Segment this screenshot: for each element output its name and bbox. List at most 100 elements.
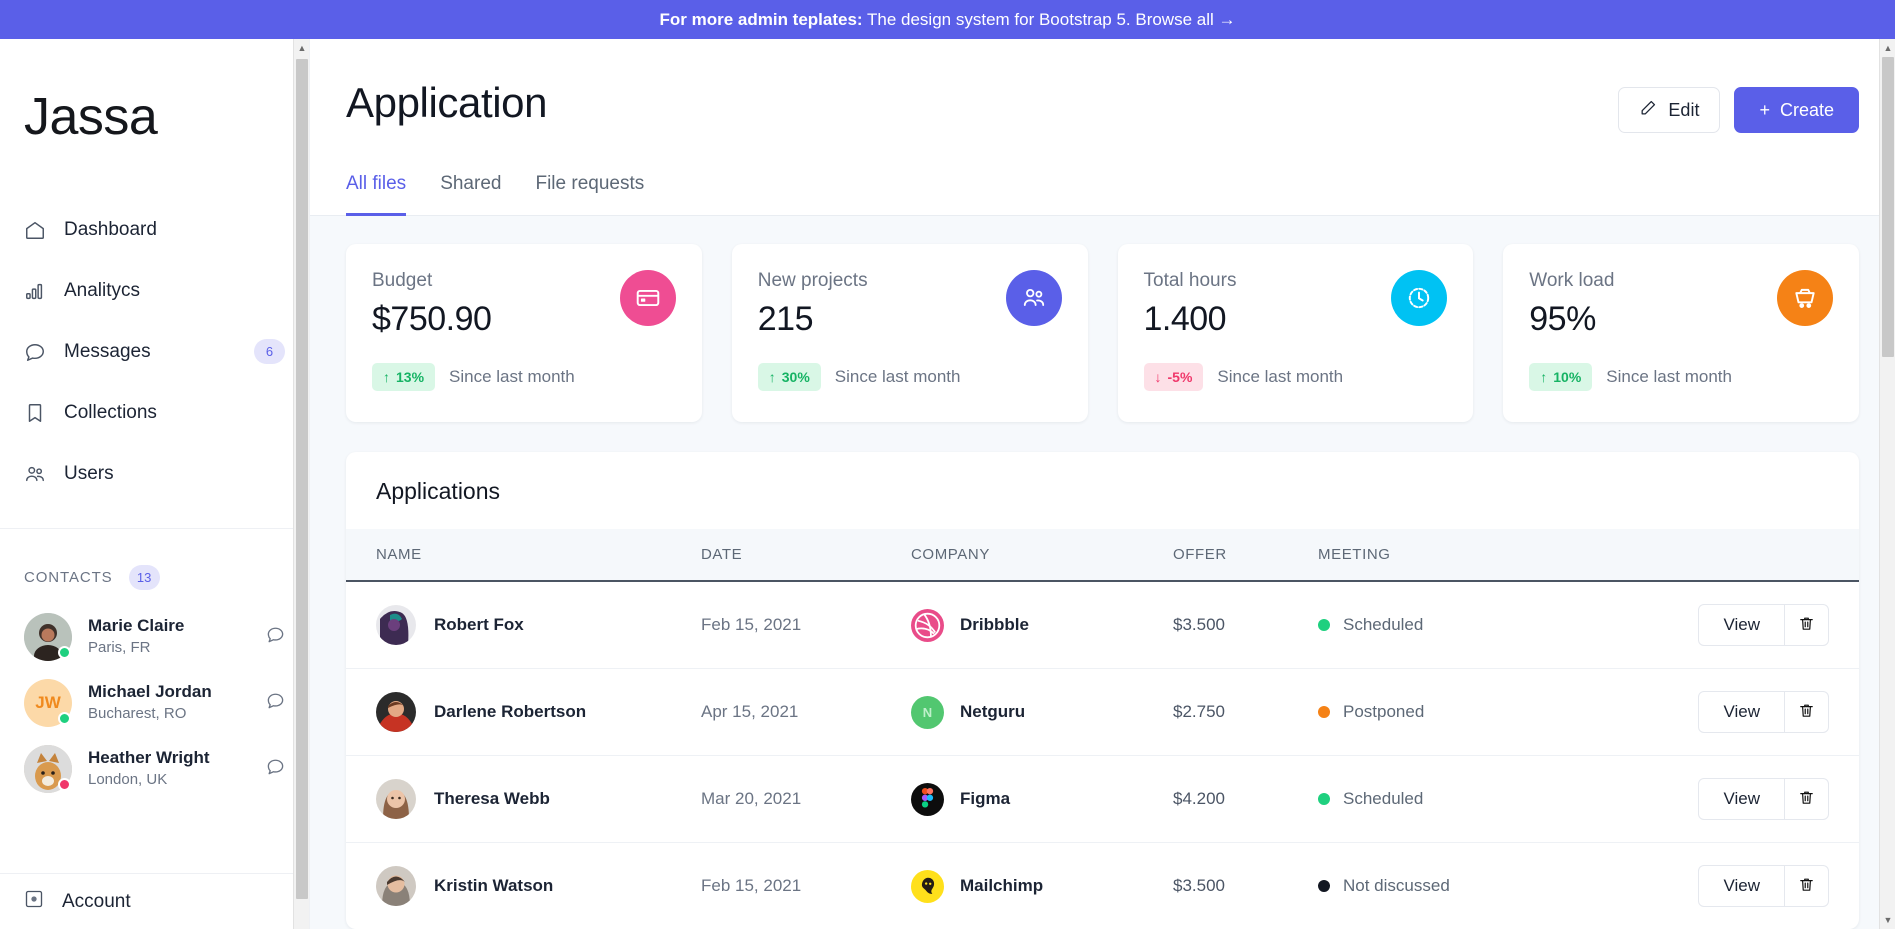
sidebar-item-analitycs[interactable]: Analitycs — [0, 260, 309, 321]
delete-button[interactable] — [1785, 691, 1829, 733]
promo-rest-text: The design system for Bootstrap 5. Brows… — [863, 10, 1236, 29]
cell-actions: View — [1638, 756, 1859, 843]
delete-button[interactable] — [1785, 604, 1829, 646]
column-header-name[interactable]: NAME — [346, 529, 701, 581]
view-button[interactable]: View — [1698, 604, 1785, 646]
tab-all-files[interactable]: All files — [346, 173, 406, 216]
cell-actions: View — [1638, 581, 1859, 669]
table-header-row: NAME DATE COMPANY OFFER MEETING — [346, 529, 1859, 581]
sidebar-item-messages[interactable]: Messages 6 — [0, 321, 309, 382]
page-header: Application Edit + Create All files — [310, 39, 1895, 215]
cell-company: Figma — [911, 756, 1173, 843]
contact-meta: Heather Wright London, UK — [88, 747, 250, 790]
tab-shared[interactable]: Shared — [440, 173, 501, 216]
cell-offer: $4.200 — [1173, 756, 1318, 843]
sidebar-item-users[interactable]: Users — [0, 443, 309, 504]
scroll-down-icon[interactable]: ▼ — [1880, 911, 1895, 929]
users-icon — [1006, 270, 1062, 326]
tab-file-requests[interactable]: File requests — [535, 173, 644, 216]
tab-bar: All files Shared File requests — [346, 173, 1859, 215]
promo-banner-link[interactable]: For more admin teplates: The design syst… — [659, 10, 1235, 30]
cell-offer: $2.750 — [1173, 669, 1318, 756]
row-action-group: View — [1698, 691, 1829, 733]
contact-location: Bucharest, RO — [88, 705, 186, 722]
contact-list-item[interactable]: Heather Wright London, UK — [0, 736, 309, 802]
contact-name: Heather Wright — [88, 748, 210, 767]
cell-meeting: Not discussed — [1318, 843, 1638, 929]
edit-button[interactable]: Edit — [1618, 87, 1720, 133]
sidebar: Jassa Dashboard Analitycs Messages 6 — [0, 39, 310, 929]
cell-date: Mar 20, 2021 — [701, 756, 911, 843]
contact-list-item[interactable]: Marie Claire Paris, FR — [0, 604, 309, 670]
stat-card-work-load: Work load 95% ↑ 10% Since last month — [1503, 244, 1859, 422]
avatar — [376, 605, 416, 645]
chat-bubble-icon[interactable] — [266, 625, 285, 649]
page-scrollbar-thumb[interactable] — [1882, 57, 1894, 357]
scroll-up-icon[interactable]: ▲ — [294, 39, 310, 57]
arrow-up-icon: ↑ — [769, 369, 776, 385]
sidebar-item-dashboard[interactable]: Dashboard — [0, 199, 309, 260]
sidebar-item-account[interactable]: Account — [0, 873, 309, 929]
table-row[interactable]: Theresa Webb Mar 20, 2021 Figma — [346, 756, 1859, 843]
stat-card-text: Budget $750.90 — [372, 270, 491, 339]
delete-button[interactable] — [1785, 778, 1829, 820]
page-actions: Edit + Create — [1618, 79, 1859, 133]
trash-icon — [1798, 876, 1815, 896]
applications-card: Applications NAME DATE COMPANY OFFER MEE… — [346, 452, 1859, 929]
column-header-company[interactable]: COMPANY — [911, 529, 1173, 581]
status-dot-icon — [1318, 880, 1330, 892]
page-header-row: Application Edit + Create — [346, 79, 1859, 133]
sidebar-item-collections[interactable]: Collections — [0, 382, 309, 443]
presence-dot — [58, 712, 71, 725]
table-row[interactable]: Kristin Watson Feb 15, 2021 Mailchimp — [346, 843, 1859, 929]
cell-name: Robert Fox — [346, 581, 701, 669]
column-header-meeting[interactable]: MEETING — [1318, 529, 1638, 581]
sidebar-item-label: Account — [62, 891, 131, 913]
plus-icon: + — [1759, 100, 1770, 121]
sidebar-scrollbar[interactable]: ▲ — [293, 39, 309, 929]
stat-card-total-hours: Total hours 1.400 ↓ -5% Since last month — [1118, 244, 1474, 422]
bookmark-icon — [24, 402, 46, 424]
cell-meeting: Scheduled — [1318, 756, 1638, 843]
view-button[interactable]: View — [1698, 865, 1785, 907]
avatar — [24, 745, 72, 793]
scroll-up-icon[interactable]: ▲ — [1880, 39, 1895, 57]
meeting-status: Scheduled — [1343, 615, 1423, 635]
delete-button[interactable] — [1785, 865, 1829, 907]
create-button[interactable]: + Create — [1734, 87, 1859, 133]
stat-label: Budget — [372, 270, 491, 292]
table-head: NAME DATE COMPANY OFFER MEETING — [346, 529, 1859, 581]
meeting-cell: Scheduled — [1318, 615, 1638, 635]
sidebar-item-label: Dashboard — [64, 219, 285, 241]
contact-list-item[interactable]: JW Michael Jordan Bucharest, RO — [0, 670, 309, 736]
stat-since-label: Since last month — [1217, 367, 1343, 387]
company-name: Netguru — [960, 702, 1025, 722]
cell-actions: View — [1638, 843, 1859, 929]
cell-date: Feb 15, 2021 — [701, 581, 911, 669]
stat-label: Total hours — [1144, 270, 1237, 292]
sidebar-item-label: Messages — [64, 341, 236, 363]
stat-card-footer: ↓ -5% Since last month — [1144, 363, 1448, 391]
table-row[interactable]: Darlene Robertson Apr 15, 2021 N Netguru — [346, 669, 1859, 756]
view-button[interactable]: View — [1698, 778, 1785, 820]
main-content: Application Edit + Create All files — [310, 39, 1895, 929]
brand-logo[interactable]: Jassa — [0, 87, 309, 147]
cell-date: Feb 15, 2021 — [701, 843, 911, 929]
column-header-offer[interactable]: OFFER — [1173, 529, 1318, 581]
page-scrollbar[interactable]: ▲ ▼ — [1879, 39, 1895, 929]
table-row[interactable]: Robert Fox Feb 15, 2021 Dribbble — [346, 581, 1859, 669]
promo-banner[interactable]: For more admin teplates: The design syst… — [0, 0, 1895, 39]
company-cell: Dribbble — [911, 609, 1173, 642]
contacts-count-badge: 13 — [129, 565, 160, 590]
contact-meta: Marie Claire Paris, FR — [88, 615, 250, 658]
chat-bubble-icon[interactable] — [266, 757, 285, 781]
trend-value: -5% — [1168, 369, 1193, 385]
contact-location: London, UK — [88, 771, 167, 788]
cell-company: Dribbble — [911, 581, 1173, 669]
chat-bubble-icon[interactable] — [266, 691, 285, 715]
presence-dot — [58, 646, 71, 659]
user-cell: Kristin Watson — [376, 866, 701, 906]
column-header-date[interactable]: DATE — [701, 529, 911, 581]
sidebar-scrollbar-thumb[interactable] — [296, 59, 308, 899]
view-button[interactable]: View — [1698, 691, 1785, 733]
